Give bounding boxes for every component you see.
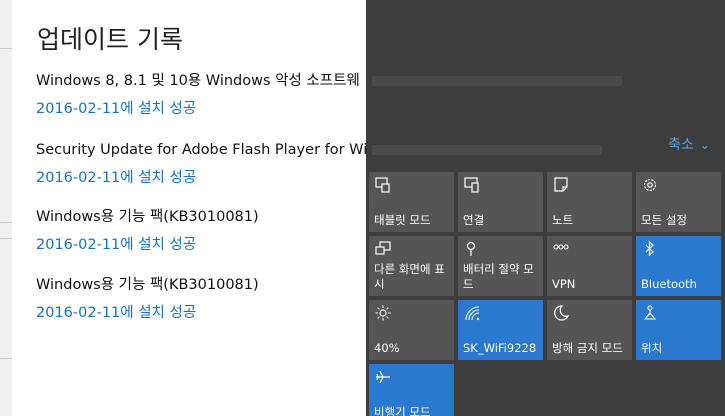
tile-connect[interactable]: 연결 xyxy=(458,172,543,232)
collapse-button[interactable]: 축소 ⌄ xyxy=(668,134,710,154)
background-text-shadow xyxy=(372,145,602,155)
tile-label: 노트 xyxy=(552,213,574,227)
tile-bluetooth[interactable]: Bluetooth xyxy=(636,236,721,296)
tile-label: 연결 xyxy=(463,213,485,227)
tile-all-settings[interactable]: 모든 설정 xyxy=(636,172,721,232)
tile-brightness[interactable]: 40% xyxy=(369,300,454,360)
divider xyxy=(0,358,12,359)
tile-label: Bluetooth xyxy=(641,277,697,291)
page-title: 업데이트 기록 xyxy=(37,25,183,54)
tile-label: 모든 설정 xyxy=(641,213,687,227)
divider xyxy=(0,238,12,239)
gear-icon xyxy=(643,178,657,192)
update-name: Windows용 기능 팩(KB3010081) xyxy=(36,277,259,293)
tile-label: 40% xyxy=(374,341,400,355)
update-status-link[interactable]: 2016-02-11에 설치 성공 xyxy=(36,100,360,118)
tile-label: SK_WiFi9228 xyxy=(463,341,537,355)
battery-saver-icon xyxy=(466,241,476,256)
tablet-mode-icon xyxy=(375,177,390,193)
tile-label: 위치 xyxy=(641,341,663,355)
tile-label: 배터리 절약 모드 xyxy=(463,262,534,291)
tile-label: 다른 화면에 표시 xyxy=(374,262,445,291)
brightness-icon xyxy=(375,305,391,321)
bluetooth-icon xyxy=(645,240,654,257)
project-icon xyxy=(375,241,391,255)
action-center: 축소 ⌄ 태블릿 모드 연결 노트 모든 설정 다른 화면에 표시 배터리 절약… xyxy=(366,0,725,416)
tile-location[interactable]: 위치 xyxy=(636,300,721,360)
tile-wifi[interactable]: SK_WiFi9228 xyxy=(458,300,543,360)
tile-label: 방해 금지 모드 xyxy=(552,341,623,355)
tile-label: 태블릿 모드 xyxy=(374,213,431,227)
update-status-link[interactable]: 2016-02-11에 설치 성공 xyxy=(36,236,259,254)
update-name: Windows 8, 8.1 및 10용 Windows 악성 소프트웨 xyxy=(36,73,360,89)
tile-vpn[interactable]: VPN xyxy=(547,236,632,296)
tile-label: VPN xyxy=(552,277,576,291)
note-icon xyxy=(554,177,568,192)
update-name: Security Update for Adobe Flash Player f… xyxy=(36,142,395,158)
screen: 업데이트 기록 Windows 8, 8.1 및 10용 Windows 악성 … xyxy=(0,0,725,416)
tile-airplane-mode[interactable]: 비행기 모드 xyxy=(369,364,454,416)
update-entry: Windows용 기능 팩(KB3010081) 2016-02-11에 설치 … xyxy=(36,208,259,254)
tile-quiet-hours[interactable]: 방해 금지 모드 xyxy=(547,300,632,360)
tile-battery-saver[interactable]: 배터리 절약 모드 xyxy=(458,236,543,296)
divider xyxy=(0,48,12,49)
update-name: Windows용 기능 팩(KB3010081) xyxy=(36,209,259,225)
update-entry: Windows용 기능 팩(KB3010081) 2016-02-11에 설치 … xyxy=(36,276,259,322)
update-entry: Security Update for Adobe Flash Player f… xyxy=(36,141,395,187)
chevron-down-icon: ⌄ xyxy=(699,138,710,152)
background-text-shadow xyxy=(372,76,622,86)
airplane-icon xyxy=(376,370,390,384)
tile-note[interactable]: 노트 xyxy=(547,172,632,232)
update-entry: Windows 8, 8.1 및 10용 Windows 악성 소프트웨 201… xyxy=(36,72,360,118)
update-status-link[interactable]: 2016-02-11에 설치 성공 xyxy=(36,304,259,322)
vpn-icon xyxy=(553,244,569,250)
collapse-label: 축소 xyxy=(668,137,694,153)
tile-project[interactable]: 다른 화면에 표시 xyxy=(369,236,454,296)
update-history-window: 업데이트 기록 Windows 8, 8.1 및 10용 Windows 악성 … xyxy=(12,0,395,416)
connect-icon xyxy=(464,177,479,193)
tile-label: 비행기 모드 xyxy=(374,405,431,416)
quiet-hours-icon xyxy=(554,305,570,321)
update-status-link[interactable]: 2016-02-11에 설치 성공 xyxy=(36,169,395,187)
location-icon xyxy=(643,305,657,320)
tile-tablet-mode[interactable]: 태블릿 모드 xyxy=(369,172,454,232)
wifi-icon xyxy=(465,306,480,321)
divider xyxy=(0,222,12,223)
